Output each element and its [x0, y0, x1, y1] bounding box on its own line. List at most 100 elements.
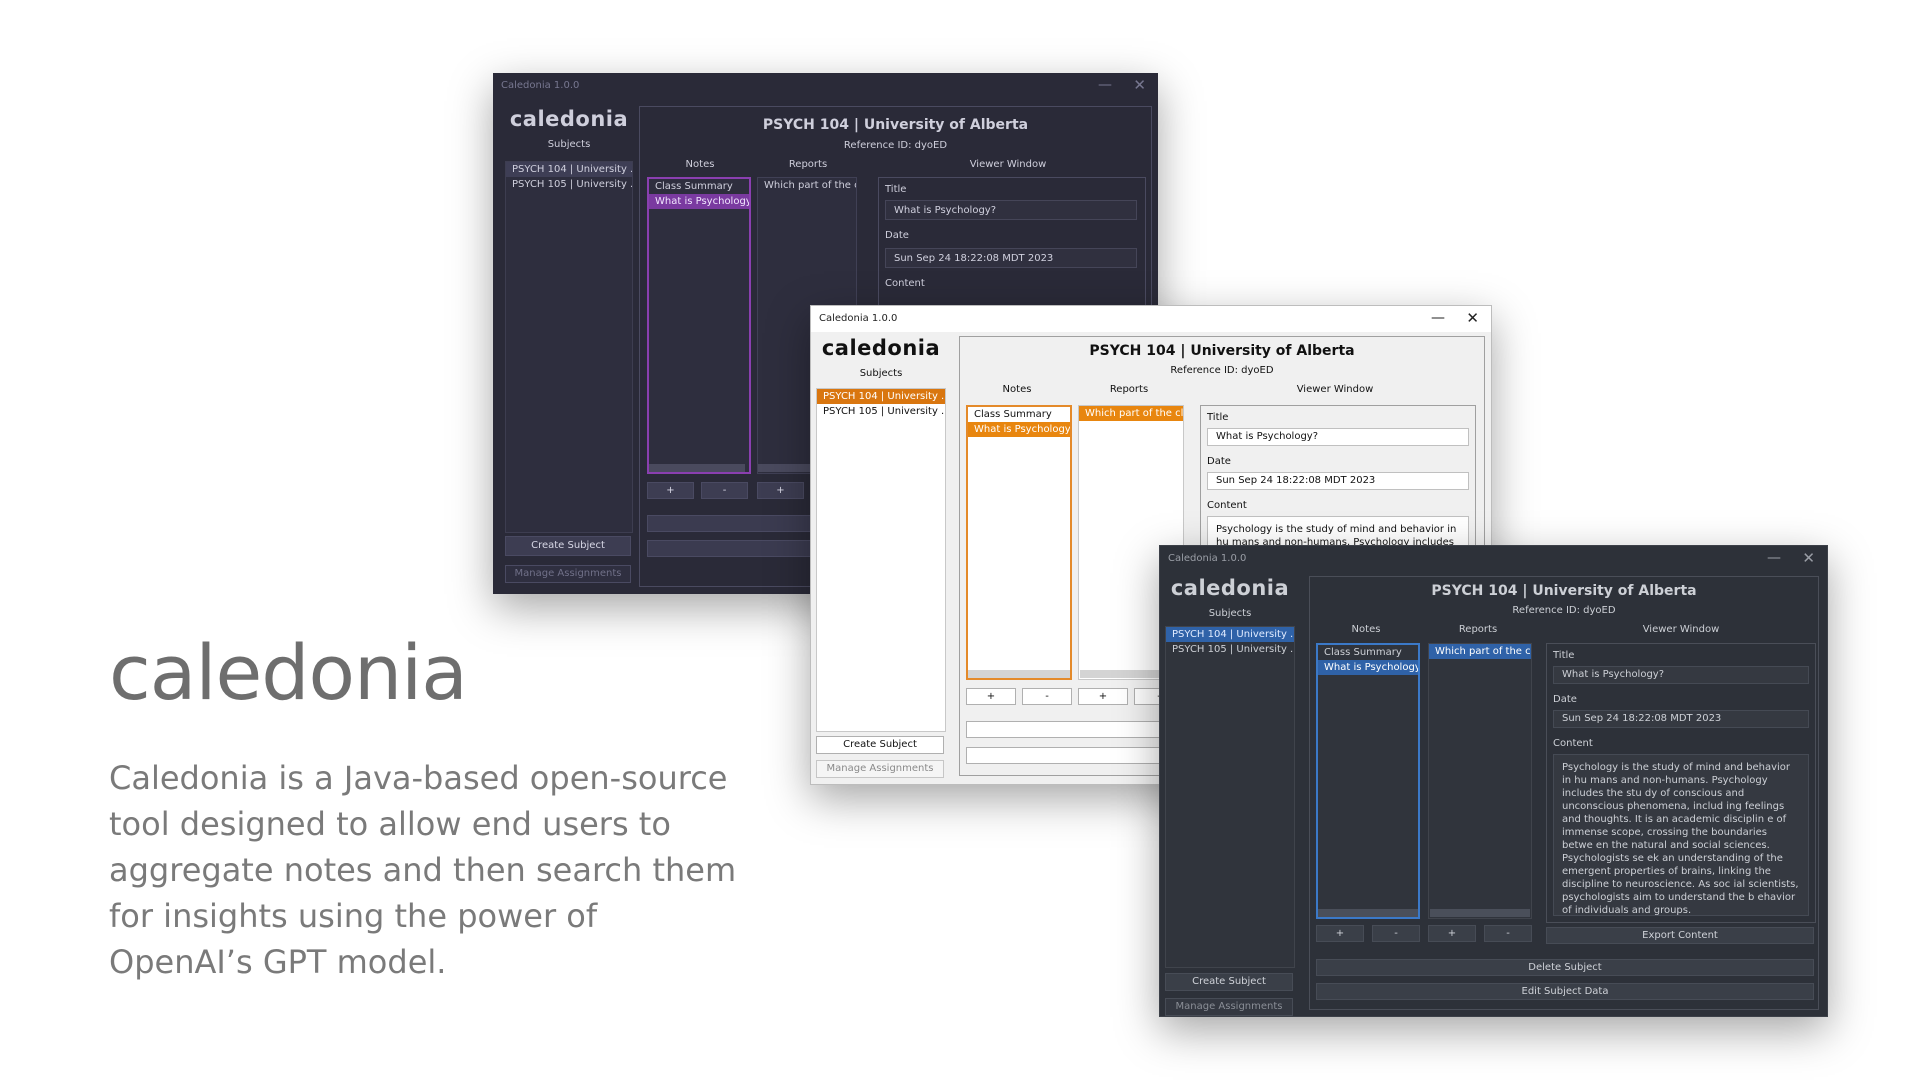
content-label: Content — [1553, 738, 1593, 749]
report-item[interactable]: Which part of the cl... — [1079, 406, 1183, 421]
content-area[interactable]: Psychology is the study of mind and beha… — [1553, 754, 1809, 916]
content-label: Content — [885, 278, 925, 289]
minimize-icon[interactable]: — — [1431, 309, 1445, 327]
title-field[interactable]: What is Psychology? — [1553, 666, 1809, 684]
subjects-list[interactable]: PSYCH 104 | University ... PSYCH 105 | U… — [816, 388, 946, 732]
subjects-label: Subjects — [547, 139, 591, 150]
reports-label: Reports — [1109, 384, 1149, 395]
notes-list[interactable]: Class Summary What is Psychology? — [1316, 643, 1420, 919]
date-field[interactable]: Sun Sep 24 18:22:08 MDT 2023 — [885, 248, 1137, 268]
brand-title: caledonia — [109, 628, 468, 717]
create-subject-button[interactable]: Create Subject — [505, 536, 631, 556]
delete-subject-button[interactable]: Delete Subject — [1316, 959, 1814, 976]
note-item[interactable]: Class Summary — [649, 179, 749, 194]
subject-item[interactable]: PSYCH 105 | University ... — [506, 177, 632, 192]
app-logo: caledonia — [1170, 576, 1290, 600]
note-item[interactable]: Class Summary — [1318, 645, 1418, 660]
notes-label: Notes — [685, 159, 715, 170]
create-subject-button[interactable]: Create Subject — [1165, 973, 1293, 991]
reference-id: Reference ID: dyoED — [1170, 365, 1274, 376]
viewer-window-label: Viewer Window — [1296, 384, 1374, 395]
content-label: Content — [1207, 500, 1247, 511]
viewer-window-label: Viewer Window — [969, 159, 1047, 170]
close-icon[interactable]: ✕ — [1133, 76, 1146, 94]
subject-item[interactable]: PSYCH 104 | University ... — [1166, 627, 1294, 642]
title-label: Title — [1553, 650, 1575, 661]
add-note-button[interactable]: + — [1316, 925, 1364, 942]
main-panel: PSYCH 104 | University of Alberta Refere… — [1309, 576, 1819, 1010]
title-label: Title — [1207, 412, 1229, 423]
reference-id: Reference ID: dyoED — [843, 140, 948, 151]
manage-assignments-button[interactable]: Manage Assignments — [816, 760, 944, 778]
subject-title: PSYCH 104 | University of Alberta — [1089, 343, 1355, 359]
date-field[interactable]: Sun Sep 24 18:22:08 MDT 2023 — [1553, 710, 1809, 728]
title-bar[interactable]: Caledonia 1.0.0 — ✕ — [811, 306, 1491, 332]
manage-assignments-button[interactable]: Manage Assignments — [505, 565, 631, 583]
reference-id: Reference ID: dyoED — [1512, 605, 1616, 616]
add-report-button[interactable]: + — [757, 482, 804, 499]
viewer-window: Title What is Psychology? Date Sun Sep 2… — [1546, 643, 1816, 923]
edit-subject-data-button[interactable]: Edit Subject Data — [1316, 983, 1814, 1000]
subject-item[interactable]: PSYCH 105 | University ... — [1166, 642, 1294, 657]
window-title: Caledonia 1.0.0 — [501, 80, 580, 91]
date-label: Date — [885, 230, 909, 241]
subjects-label: Subjects — [1208, 608, 1252, 619]
add-note-button[interactable]: + — [647, 482, 694, 499]
viewer-window-label: Viewer Window — [1642, 624, 1720, 635]
subjects-label: Subjects — [859, 368, 903, 379]
manage-assignments-button[interactable]: Manage Assignments — [1165, 998, 1293, 1016]
date-label: Date — [1207, 456, 1231, 467]
close-icon[interactable]: ✕ — [1802, 549, 1815, 567]
remove-report-button[interactable]: - — [1484, 925, 1532, 942]
create-subject-button[interactable]: Create Subject — [816, 736, 944, 754]
subject-item[interactable]: PSYCH 104 | University ... — [506, 162, 632, 177]
date-label: Date — [1553, 694, 1577, 705]
app-logo: caledonia — [509, 107, 629, 131]
title-field[interactable]: What is Psychology? — [885, 200, 1137, 220]
add-report-button[interactable]: + — [1078, 688, 1128, 705]
subject-item[interactable]: PSYCH 105 | University ... — [817, 404, 945, 419]
subject-title: PSYCH 104 | University of Alberta — [1431, 583, 1697, 599]
subjects-list[interactable]: PSYCH 104 | University ... PSYCH 105 | U… — [505, 161, 633, 533]
minimize-icon[interactable]: — — [1098, 76, 1112, 94]
export-content-button[interactable]: Export Content — [1546, 927, 1814, 944]
viewer-window: Title What is Psychology? Date Sun Sep 2… — [878, 177, 1146, 307]
add-report-button[interactable]: + — [1428, 925, 1476, 942]
brand-description: Caledonia is a Java-based open-source to… — [109, 759, 737, 981]
title-label: Title — [885, 184, 907, 195]
minimize-icon[interactable]: — — [1767, 549, 1781, 567]
subjects-list[interactable]: PSYCH 104 | University ... PSYCH 105 | U… — [1165, 626, 1295, 968]
add-note-button[interactable]: + — [966, 688, 1016, 705]
title-bar[interactable]: Caledonia 1.0.0 — ✕ — [493, 73, 1158, 99]
title-field[interactable]: What is Psychology? — [1207, 428, 1469, 446]
remove-note-button[interactable]: - — [1372, 925, 1420, 942]
report-item[interactable]: Which part of the cl... — [1429, 644, 1531, 659]
report-item[interactable]: Which part of the cl... — [758, 178, 856, 193]
note-item[interactable]: What is Psychology? — [1318, 660, 1418, 675]
subject-title: PSYCH 104 | University of Alberta — [762, 117, 1029, 133]
window-title: Caledonia 1.0.0 — [819, 313, 898, 324]
date-field[interactable]: Sun Sep 24 18:22:08 MDT 2023 — [1207, 472, 1469, 490]
title-bar[interactable]: Caledonia 1.0.0 — ✕ — [1160, 546, 1827, 572]
reports-list[interactable]: Which part of the cl... — [1428, 643, 1532, 919]
notes-list[interactable]: Class Summary What is Psychology? — [966, 405, 1072, 680]
close-icon[interactable]: ✕ — [1466, 309, 1479, 327]
remove-note-button[interactable]: - — [1022, 688, 1072, 705]
reports-label: Reports — [788, 159, 828, 170]
app-logo: caledonia — [821, 336, 941, 360]
notes-list[interactable]: Class Summary What is Psychology? — [647, 177, 751, 474]
app-window-blue-theme: Caledonia 1.0.0 — ✕ caledonia Subjects P… — [1159, 545, 1828, 1017]
reports-label: Reports — [1458, 624, 1498, 635]
note-item[interactable]: What is Psychology? — [968, 422, 1070, 437]
notes-label: Notes — [1351, 624, 1381, 635]
note-item[interactable]: Class Summary — [968, 407, 1070, 422]
window-title: Caledonia 1.0.0 — [1168, 553, 1247, 564]
notes-label: Notes — [1002, 384, 1032, 395]
notes-scrollbar[interactable] — [968, 670, 1070, 678]
notes-scrollbar[interactable] — [649, 464, 745, 472]
remove-note-button[interactable]: - — [701, 482, 748, 499]
notes-scrollbar[interactable] — [1318, 909, 1418, 917]
subject-item[interactable]: PSYCH 104 | University ... — [817, 389, 945, 404]
reports-scrollbar[interactable] — [1430, 909, 1530, 917]
note-item[interactable]: What is Psychology? — [649, 194, 749, 209]
